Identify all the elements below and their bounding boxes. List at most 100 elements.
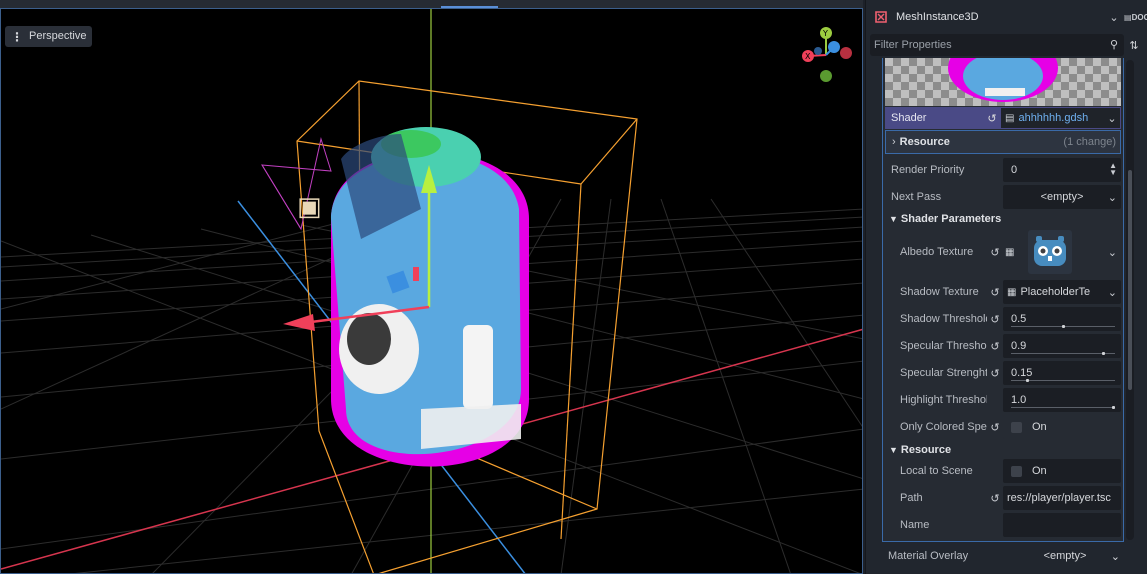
shadow-texture-row: Shadow Texture ↺ ▦ PlaceholderTe ⌄ — [883, 279, 1123, 305]
inspector-panel: MeshInstance3D ⌄ ▤DOC Filter Properties … — [865, 0, 1147, 574]
shadow-threshold-slider[interactable]: 0.5 — [1003, 307, 1121, 331]
node-type-title: MeshInstance3D — [896, 11, 979, 23]
placeholder-texture-icon: ▦ — [1007, 286, 1017, 298]
filter-properties-input[interactable]: Filter Properties ⚲ — [870, 34, 1124, 56]
scrollbar-thumb[interactable] — [1128, 170, 1132, 390]
slider-knob[interactable] — [1026, 379, 1030, 382]
camera-icon: ▣ — [297, 192, 322, 222]
chevron-down-icon[interactable]: ⌄ — [1104, 11, 1124, 24]
editor-tab-strip — [0, 0, 863, 8]
render-priority-spinbox[interactable]: 0 ▲ ▼ — [1003, 158, 1121, 182]
doc-icon[interactable]: ▤DOC — [1124, 13, 1147, 22]
resource-subsection[interactable]: › Resource (1 change) — [885, 130, 1121, 154]
sort-options-icon[interactable]: ⇅ — [1124, 39, 1144, 52]
reset-icon[interactable]: ↺ — [987, 421, 1003, 434]
reset-icon[interactable]: ↺ — [987, 286, 1003, 299]
perspective-menu-button[interactable]: ⋮ Perspective — [5, 26, 93, 47]
path-input[interactable]: res://player/player.tsc — [1003, 486, 1121, 510]
godot-editor: ▣ ⋮ Perspective Y X MeshInstance3D ⌄ ▤DO… — [0, 0, 1147, 574]
texture-file-icon: ▦ — [1005, 246, 1015, 258]
specular-threshold-row: Specular Threshol ↺ 0.9 — [883, 333, 1123, 359]
reset-icon[interactable]: ↺ — [987, 340, 1003, 353]
local-to-scene-label: Local to Scene — [900, 465, 973, 477]
checkbox-icon — [1011, 465, 1022, 477]
reset-icon[interactable]: ↺ — [987, 367, 1003, 380]
reset-icon[interactable]: ↺ — [987, 313, 1003, 326]
chevron-down-icon[interactable]: ⌄ — [1104, 112, 1120, 125]
resource-sub-label: Resource — [899, 136, 950, 148]
shader-label: Shader — [891, 112, 927, 124]
only-colored-spec-label: Only Colored Spec — [900, 421, 987, 433]
slider-knob[interactable] — [1101, 352, 1105, 355]
chevron-down-icon[interactable]: ⌄ — [1111, 550, 1120, 563]
specular-strenght-value: 0.15 — [1011, 367, 1033, 379]
highlight-threshold-label: Highlight Threshold — [900, 394, 987, 406]
checkbox-icon — [1011, 421, 1022, 433]
shadow-threshold-row: Shadow Threshold ↺ 0.5 — [883, 306, 1123, 332]
specular-threshold-label: Specular Threshol — [900, 340, 987, 352]
name-input[interactable] — [1003, 513, 1121, 537]
shadow-texture-picker[interactable]: ▦ PlaceholderTe ⌄ — [1003, 280, 1121, 304]
kebab-menu-icon: ⋮ — [11, 29, 23, 44]
albedo-texture-picker[interactable]: ▦ ⌄ — [1003, 230, 1121, 274]
gizmo-y-label: Y — [822, 29, 828, 38]
specular-threshold-value: 0.9 — [1011, 340, 1027, 352]
chevron-right-icon: › — [892, 136, 896, 148]
3d-viewport[interactable]: ▣ ⋮ Perspective Y X — [0, 8, 863, 574]
search-icon: ⚲ — [1109, 39, 1118, 51]
highlight-threshold-slider[interactable]: 1.0 — [1003, 388, 1121, 412]
highlight-threshold-row: Highlight Threshold 1.0 — [883, 387, 1123, 413]
reset-icon[interactable]: ↺ — [987, 246, 1003, 259]
specular-strenght-slider[interactable]: 0.15 — [1003, 361, 1121, 385]
inspector-scrollbar[interactable] — [1126, 60, 1134, 540]
orientation-gizmo[interactable]: Y X — [796, 25, 856, 85]
godot-logo-thumbnail — [1028, 230, 1073, 274]
albedo-texture-row: Albedo Texture ↺ ▦ ⌄ — [883, 230, 1123, 274]
move-gizmo-handle — [413, 267, 419, 281]
shader-parameters-title: Shader Parameters — [900, 213, 1002, 225]
perspective-label: Perspective — [29, 30, 87, 42]
material-preview — [885, 58, 1121, 106]
filter-placeholder: Filter Properties — [874, 39, 952, 51]
shader-row[interactable]: Shader ↺ ▤ ahhhhhh.gdsh ⌄ — [885, 107, 1121, 129]
chevron-down-icon[interactable]: ⌄ — [1108, 191, 1117, 204]
render-priority-row: Render Priority 0 ▲ ▼ — [883, 157, 1123, 183]
specular-threshold-slider[interactable]: 0.9 — [1003, 334, 1121, 358]
path-label: Path — [900, 492, 923, 504]
resource-title: Resource — [900, 444, 952, 456]
specular-strenght-label: Specular Strenght — [900, 367, 987, 379]
reset-icon[interactable]: ↺ — [987, 492, 1003, 505]
chevron-down-icon[interactable]: ⌄ — [1108, 246, 1117, 259]
shadow-texture-value: PlaceholderTe — [1020, 286, 1091, 298]
chevron-down-icon: ▼ — [889, 214, 898, 224]
slider-knob[interactable] — [1112, 406, 1115, 409]
resource-section[interactable]: ▼ Resource — [883, 440, 1123, 460]
reset-icon[interactable]: ↺ — [983, 112, 1001, 125]
next-pass-value: <empty> — [1040, 191, 1084, 203]
chevron-down-icon[interactable]: ⌄ — [1108, 286, 1117, 299]
albedo-texture-label: Albedo Texture — [900, 246, 974, 258]
material-property-area: Shader ↺ ▤ ahhhhhh.gdsh ⌄ › Resource (1 … — [882, 58, 1124, 542]
specular-strenght-row: Specular Strenght ↺ 0.15 — [883, 360, 1123, 386]
next-pass-picker[interactable]: <empty> ⌄ — [1003, 185, 1121, 209]
next-pass-label: Next Pass — [891, 191, 942, 203]
name-label: Name — [900, 519, 930, 531]
file-icon: ▤ — [1005, 112, 1015, 124]
shadow-texture-label: Shadow Texture — [900, 286, 979, 298]
spinner-arrows-icon[interactable]: ▲ ▼ — [1109, 162, 1117, 177]
local-to-scene-checkbox[interactable]: On — [1003, 459, 1121, 483]
only-colored-spec-checkbox[interactable]: On — [1003, 415, 1121, 439]
shader-parameters-section[interactable]: ▼ Shader Parameters — [883, 209, 1123, 229]
change-count: (1 change) — [1063, 136, 1116, 148]
render-priority-value: 0 — [1011, 164, 1018, 176]
shader-resource-picker[interactable]: ▤ ahhhhhh.gdsh ⌄ — [1001, 108, 1120, 128]
name-row: Name — [883, 512, 1123, 538]
material-overlay-picker[interactable]: <empty> ⌄ — [1006, 545, 1124, 567]
inspector-header: MeshInstance3D ⌄ ▤DOC — [866, 0, 1147, 34]
only-colored-spec-value: On — [1032, 421, 1047, 433]
slider-knob[interactable] — [1061, 325, 1065, 328]
material-overlay-row: Material Overlay <empty> ⌄ — [866, 543, 1147, 569]
mesh-instance-icon — [875, 11, 887, 23]
local-to-scene-row: Local to Scene On — [883, 458, 1123, 484]
shader-file-name: ahhhhhh.gdsh — [1018, 112, 1089, 124]
